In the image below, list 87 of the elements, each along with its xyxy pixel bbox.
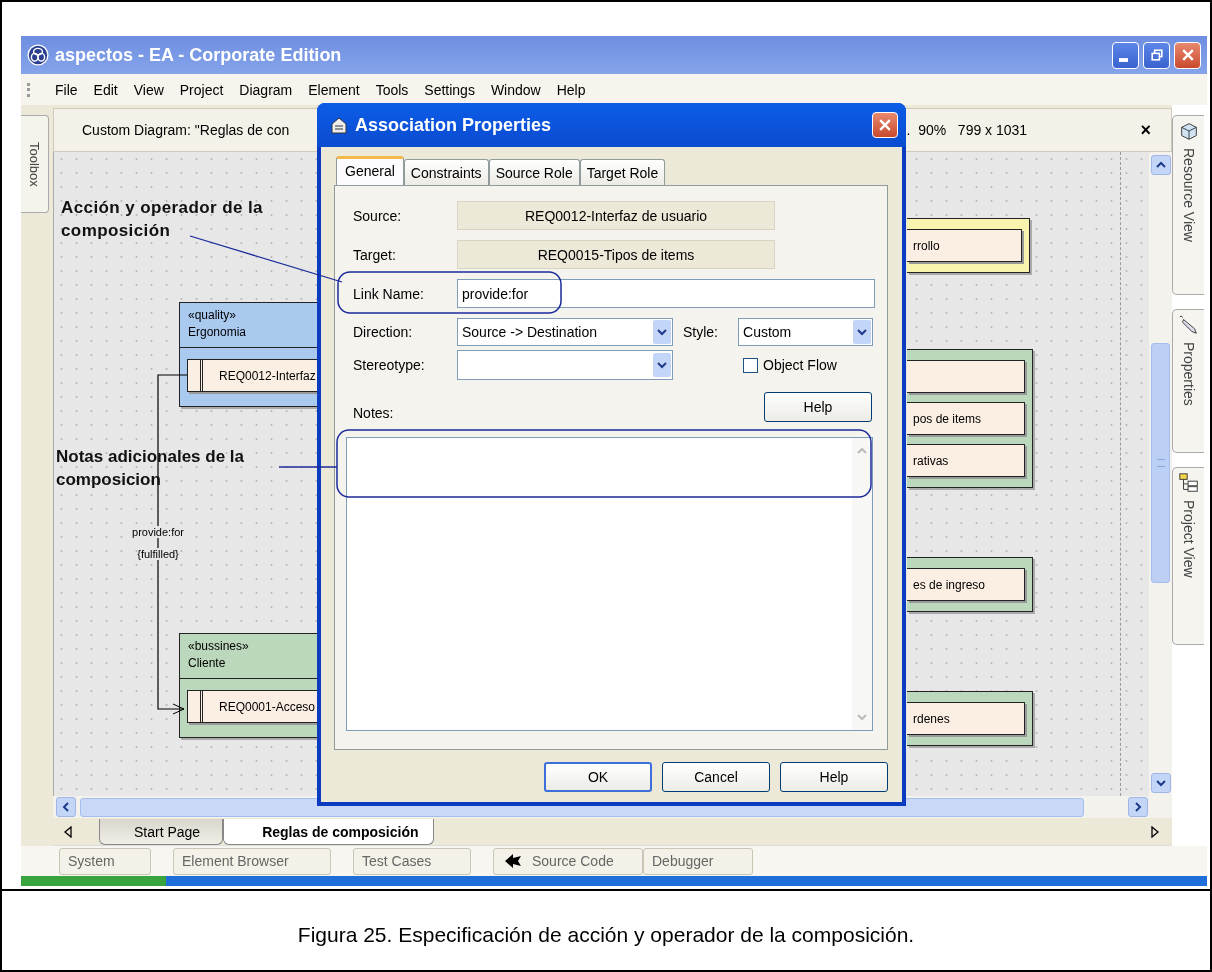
- element-label: REQ0001-Acceso: [218, 699, 316, 714]
- diagram-title: Custom Diagram: "Reglas de con: [82, 122, 290, 138]
- menu-item[interactable]: Edit: [85, 81, 126, 98]
- menu-item[interactable]: Diagram: [231, 81, 301, 98]
- caret-icon: [657, 360, 667, 370]
- element-label: rativas: [912, 453, 949, 468]
- close-icon: [877, 117, 893, 133]
- menu-item[interactable]: Project: [171, 81, 232, 98]
- checkbox-label: Object Flow: [763, 357, 837, 373]
- scroll-right-icon[interactable]: [1128, 797, 1148, 817]
- field-label: Notes:: [353, 405, 395, 421]
- window-tab-button[interactable]: System: [59, 847, 151, 875]
- package-name: Ergonomia: [188, 324, 248, 341]
- side-panel-tab[interactable]: Properties: [1172, 309, 1204, 453]
- style-dropdown[interactable]: Custom: [738, 318, 873, 346]
- tab-scroll-left-icon[interactable]: [63, 825, 73, 838]
- source-field: REQ0012-Interfaz de usuario: [457, 201, 775, 230]
- connector-label: provide:for: [132, 526, 184, 538]
- caret-icon: [657, 327, 667, 337]
- window-title: aspectos - EA - Corporate Edition: [55, 44, 343, 66]
- leader-line: [278, 466, 338, 468]
- menu-item[interactable]: Help: [548, 81, 594, 98]
- dialog-button[interactable]: OK: [544, 762, 652, 792]
- menu-item[interactable]: Settings: [416, 81, 483, 98]
- field-label: Source:: [353, 207, 403, 224]
- close-button[interactable]: [1174, 41, 1201, 69]
- restore-icon: [1148, 47, 1165, 63]
- target-field: REQ0015-Tipos de items: [457, 240, 775, 269]
- element-label: rdenes: [912, 711, 950, 726]
- menu-item[interactable]: Tools: [367, 81, 417, 98]
- tree-icon: [1177, 472, 1200, 494]
- window-tab-button[interactable]: Debugger: [643, 847, 753, 875]
- dialog-tab[interactable]: Source Role: [488, 159, 580, 185]
- minimize-button[interactable]: [1112, 41, 1139, 69]
- dialog-button[interactable]: Cancel: [662, 762, 770, 792]
- dialog-tab[interactable]: General: [336, 156, 404, 185]
- toolbox-tab[interactable]: Toolbox: [21, 115, 49, 213]
- arrow-icon: [504, 853, 522, 869]
- scroll-left-icon[interactable]: [56, 797, 76, 817]
- stereotype-label: «bussines»: [188, 638, 250, 654]
- document-tab[interactable]: Start Page: [99, 819, 224, 845]
- document-tab[interactable]: Reglas de composición: [223, 819, 434, 845]
- field-label: Target:: [353, 246, 397, 263]
- diagram-zoom-info: . 90% 799 x 1031: [906, 122, 1029, 138]
- minimize-icon: [1119, 58, 1128, 62]
- vertical-scrollbar[interactable]: [1149, 152, 1172, 796]
- caret-icon: [857, 327, 867, 337]
- checkbox[interactable]: [743, 357, 758, 373]
- dialog-tab[interactable]: Constraints: [403, 159, 489, 185]
- properties-icon: [329, 115, 349, 135]
- callout-text: Acción y operador de la composición: [61, 197, 264, 242]
- field-label: Direction:: [353, 324, 414, 340]
- dialog-tab[interactable]: Target Role: [579, 159, 666, 185]
- element-label: rrollo: [912, 238, 940, 253]
- restore-button[interactable]: [1143, 41, 1170, 69]
- side-panel-tab[interactable]: Resource View: [1172, 115, 1204, 295]
- window-tab-button[interactable]: Test Cases: [353, 847, 471, 875]
- figure-caption: Figura 25. Especificación de acción y operador de la composición.: [2, 889, 1210, 947]
- menu-item[interactable]: Window: [482, 81, 549, 98]
- stereotype-dropdown[interactable]: [457, 350, 673, 380]
- connector-constraint: {fulfilled}: [137, 548, 179, 560]
- menu-item[interactable]: View: [125, 81, 172, 98]
- dialog-button[interactable]: Help: [780, 762, 888, 792]
- scroll-up-icon[interactable]: [1150, 155, 1171, 175]
- menu-item[interactable]: Element: [300, 81, 368, 98]
- element-label: es de ingreso: [912, 577, 986, 592]
- window-tab-button[interactable]: Source Code: [493, 847, 643, 875]
- element-label: REQ0012-Interfaz: [218, 368, 316, 383]
- package-name: Cliente: [188, 655, 227, 672]
- link-name-field[interactable]: provide:for: [457, 279, 875, 308]
- tab-scroll-right-icon[interactable]: [1150, 825, 1160, 838]
- direction-dropdown[interactable]: Source -> Destination: [457, 318, 673, 346]
- help-button[interactable]: Help: [764, 392, 872, 422]
- pen-icon: [1177, 314, 1200, 336]
- element-label: pos de items: [912, 411, 982, 426]
- dialog-title: Association Properties: [355, 114, 553, 136]
- stereotype-label: «quality»: [188, 307, 238, 323]
- field-label: Link Name:: [353, 285, 425, 302]
- window-tab-button[interactable]: Element Browser: [173, 847, 331, 875]
- field-label: Stereotype:: [353, 357, 426, 373]
- close-button[interactable]: ×: [1134, 118, 1157, 142]
- app-logo-icon: [27, 44, 49, 66]
- side-panel-tab[interactable]: Project View: [1172, 467, 1204, 645]
- close-button[interactable]: [872, 112, 898, 138]
- scroll-down-icon[interactable]: [1150, 773, 1171, 793]
- menu-item[interactable]: File: [47, 81, 86, 98]
- field-label: Style:: [683, 324, 718, 340]
